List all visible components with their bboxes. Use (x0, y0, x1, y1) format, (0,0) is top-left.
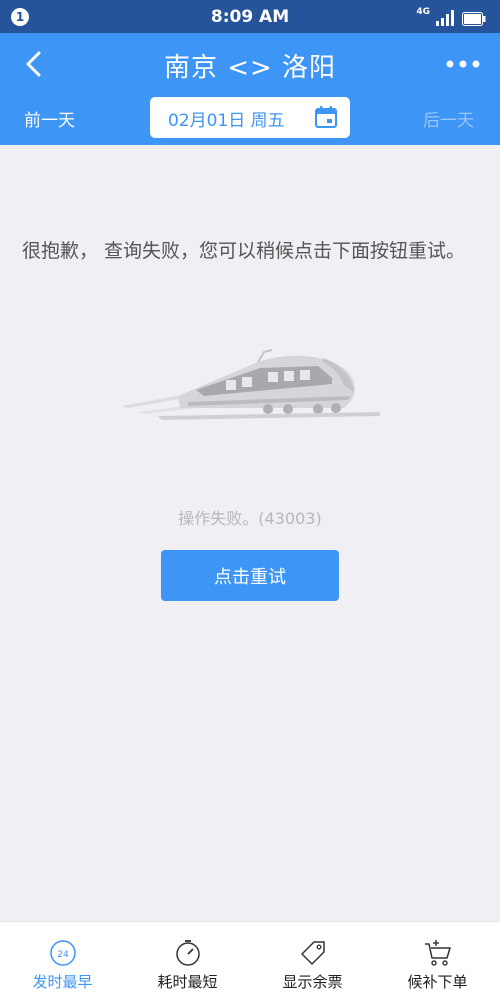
more-options-icon[interactable] (444, 55, 482, 73)
fail-code: 操作失败。(43003) (178, 509, 322, 528)
tab-label: 显示余票 (282, 973, 343, 991)
back-arrow-icon[interactable] (18, 47, 52, 81)
clock-24-icon: 24 (49, 940, 76, 966)
tab-label: 发时最早 (32, 973, 93, 991)
previous-day-button[interactable]: 前一天 (24, 106, 75, 131)
date-bar: 前一天 02月01日 周五 后一天 (0, 95, 500, 145)
tab-earliest-departure[interactable]: 24 发时最早 (0, 922, 125, 1000)
tab-shortest-duration[interactable]: 耗时最短 (125, 922, 250, 1000)
bottom-tab-bar: 24 发时最早 耗时最短 显示余票 候补下单 (0, 921, 500, 1000)
tab-waitlist-order[interactable]: 候补下单 (375, 922, 500, 1000)
date-picker[interactable]: 02月01日 周五 (150, 97, 350, 138)
system-icons: 4G (416, 8, 486, 26)
next-day-button[interactable]: 后一天 (423, 106, 474, 131)
signal-icon (436, 10, 454, 26)
stopwatch-icon (175, 940, 200, 966)
route-title: 南京 <> 洛阳 (163, 53, 337, 83)
network-type-label: 4G (416, 7, 430, 17)
tab-show-remaining-tickets[interactable]: 显示余票 (250, 922, 375, 1000)
tab-label: 耗时最短 (157, 973, 218, 991)
train-illustration (122, 349, 380, 420)
error-message: 很抱歉， 查询失败，您可以稍候点击下面按钮重试。 (22, 240, 466, 262)
calendar-icon (315, 106, 337, 128)
svg-text:24: 24 (57, 950, 69, 960)
ticket-tag-icon (300, 941, 325, 965)
selected-date: 02月01日 周五 (168, 111, 285, 131)
battery-icon (462, 12, 486, 26)
cart-add-icon (424, 940, 451, 966)
retry-button[interactable]: 点击重试 (161, 550, 339, 601)
status-bar: 1 8:09 AM 4G (0, 0, 500, 33)
tab-label: 候补下单 (407, 973, 468, 991)
nav-bar: 南京 <> 洛阳 (0, 33, 500, 95)
